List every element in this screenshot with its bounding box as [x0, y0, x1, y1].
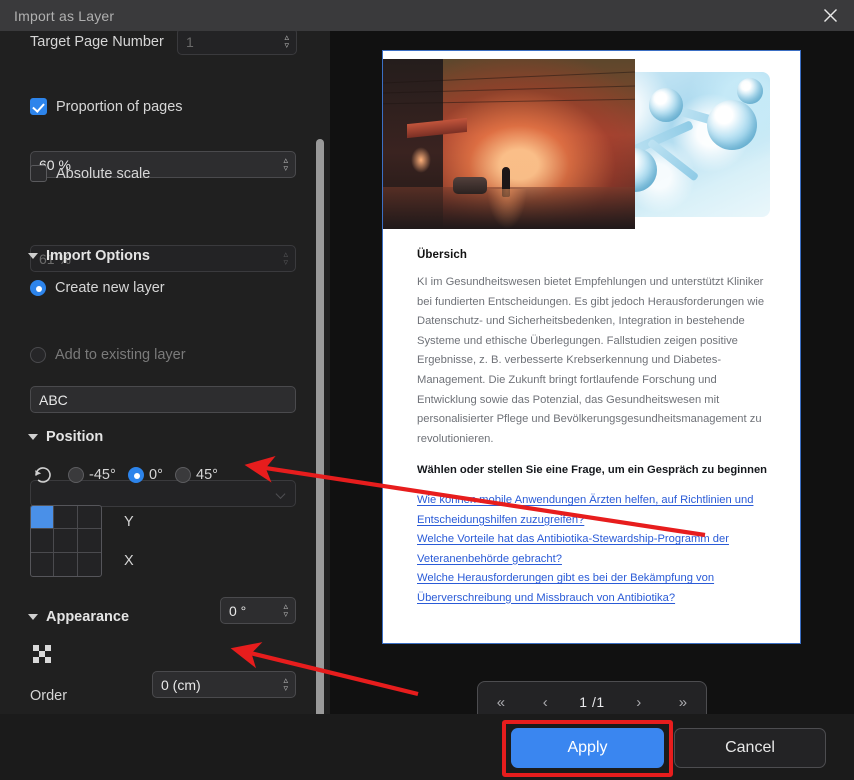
order-label: Order [30, 688, 68, 704]
rotate-icon[interactable] [32, 464, 54, 491]
existing-layer-select [30, 480, 296, 507]
section-position[interactable]: Position [28, 429, 103, 445]
anchor-cell-middle-right[interactable] [77, 529, 101, 553]
document-preview-panel: Übersich KI im Gesundheitswesen bietet E… [330, 31, 854, 723]
chevron-left-icon[interactable]: ‹ [537, 694, 554, 711]
absolute-scale-checkbox[interactable] [30, 165, 47, 182]
rotate-45-option[interactable]: 45° [175, 467, 218, 483]
anchor-position-grid[interactable] [30, 505, 102, 577]
document-body: KI im Gesundheitswesen bietet Empfehlung… [417, 276, 765, 445]
anchor-cell-middle-left[interactable] [31, 529, 55, 553]
chevron-down-icon [277, 489, 286, 498]
rotate-0-label: 0° [149, 467, 163, 483]
apply-button-highlight [502, 720, 673, 777]
document-page[interactable]: Übersich KI im Gesundheitswesen bietet E… [382, 50, 801, 644]
rotation-angle-stepper[interactable]: ▵ ▿ [283, 601, 288, 619]
suggested-question-link[interactable]: Welche Herausforderungen gibt es bei der… [417, 569, 769, 608]
rotate-0-radio[interactable] [128, 467, 144, 483]
rotation-angle-input[interactable]: 0 ° ▵ ▿ [220, 597, 296, 624]
proportion-of-pages-checkbox[interactable] [30, 98, 47, 115]
street-scene-image [383, 59, 635, 229]
create-new-layer-radio[interactable] [30, 280, 46, 296]
chevron-down-icon [28, 253, 38, 259]
settings-panel: Target Page Number 1 ▵ ▿ Proportion of pa… [0, 31, 330, 714]
x-label: X [124, 553, 134, 569]
import-as-layer-dialog: Import as Layer Target Page Number 1 ▵▿ [0, 0, 854, 780]
document-question-heading: Wählen oder stellen Sie eine Frage, um e… [417, 464, 768, 476]
document-suggested-questions: Wie können mobile Anwendungen Ärzten hel… [417, 491, 769, 608]
cancel-button[interactable]: Cancel [674, 728, 826, 768]
y-offset-stepper[interactable]: ▵ ▿ [283, 675, 288, 693]
rotate-45-radio[interactable] [175, 467, 191, 483]
chevron-down-icon [28, 434, 38, 440]
rotate-45-label: 45° [196, 467, 218, 483]
create-new-layer-radio-row[interactable]: Create new layer [30, 280, 165, 296]
double-chevron-right-icon[interactable]: » [673, 694, 693, 711]
section-import-options[interactable]: Import Options [28, 248, 150, 264]
rotate-0-option[interactable]: 0° [128, 467, 163, 483]
rotate-minus45-label: -45° [89, 467, 116, 483]
rotate-minus45-option[interactable]: -45° [68, 467, 116, 483]
absolute-scale-checkbox-row[interactable]: Absolute scale [30, 165, 150, 182]
absolute-scale-stepper: ▵ ▿ [283, 248, 288, 267]
add-to-existing-layer-radio [30, 347, 46, 363]
chevron-right-icon[interactable]: › [630, 694, 647, 711]
target-page-input[interactable]: 1 ▵ ▿ [177, 31, 297, 55]
anchor-cell-bottom-left[interactable] [31, 552, 55, 576]
title-bar: Import as Layer [0, 0, 854, 31]
proportion-stepper[interactable]: ▵ ▿ [283, 155, 288, 173]
settings-panel-scrollbar[interactable] [316, 139, 324, 714]
page-indicator[interactable]: 1 /1 [579, 694, 604, 710]
section-appearance[interactable]: Appearance [28, 609, 129, 625]
y-offset-input[interactable]: 0 (cm) ▵ ▿ [152, 671, 296, 698]
suggested-question-link[interactable]: Welche Vorteile hat das Antibiotika-Stew… [417, 530, 769, 569]
target-page-label: Target Page Number [30, 34, 164, 50]
y-label: Y [124, 514, 134, 530]
suggested-question-link[interactable]: Wie können mobile Anwendungen Ärzten hel… [417, 491, 769, 530]
anchor-cell-bottom-right[interactable] [78, 553, 101, 576]
anchor-cell-bottom-center[interactable] [54, 552, 78, 576]
new-layer-name-input[interactable]: ABC [30, 386, 296, 413]
anchor-cell-middle-center[interactable] [54, 529, 78, 553]
add-to-existing-layer-radio-row: Add to existing layer [30, 347, 186, 363]
anchor-cell-top-left[interactable] [31, 506, 55, 530]
transparency-checker-icon [31, 643, 55, 670]
double-chevron-left-icon[interactable]: « [491, 694, 511, 711]
rotate-minus45-radio[interactable] [68, 467, 84, 483]
anchor-cell-top-right[interactable] [77, 506, 101, 530]
window-title: Import as Layer [14, 7, 115, 24]
close-icon[interactable] [806, 0, 854, 31]
proportion-of-pages-checkbox-row[interactable]: Proportion of pages [30, 98, 183, 115]
target-page-stepper[interactable]: ▵ ▿ [284, 32, 289, 50]
anchor-cell-top-center[interactable] [54, 506, 78, 530]
document-heading: Übersich [417, 249, 468, 261]
chevron-down-icon [28, 614, 38, 620]
